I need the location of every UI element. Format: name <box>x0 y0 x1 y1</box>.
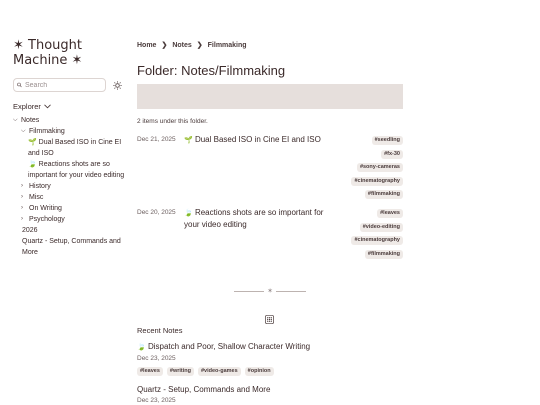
search-row <box>13 78 125 92</box>
leaves-icon: 🍃 <box>184 209 193 217</box>
seedling-icon: 🌱 <box>184 136 193 144</box>
chevron-right-icon: › <box>21 216 23 222</box>
search-input[interactable] <box>25 81 105 89</box>
recent-note-title-link[interactable]: 🍃 Dispatch and Poor, Shallow Character W… <box>137 341 403 353</box>
tag[interactable]: #video-games <box>197 367 241 376</box>
chevron-down-icon <box>44 104 51 109</box>
file-label: Dual Based ISO in Cine EI and ISO <box>28 139 122 157</box>
tag[interactable]: #filmmaking <box>364 249 403 259</box>
recent-note-title: Dispatch and Poor, Shallow Character Wri… <box>147 342 311 351</box>
folder-filmmaking[interactable]: ⌵ Filmmaking <box>13 126 125 137</box>
note-date: Dec 20, 2025 <box>137 209 176 216</box>
page-title: Folder: Notes/Filmmaking <box>137 63 286 78</box>
file-label: Quartz - Setup, Commands and More <box>22 238 121 256</box>
recent-note-title-link[interactable]: Quartz - Setup, Commands and More <box>137 384 403 395</box>
chevron-down-icon: ⌵ <box>13 117 18 123</box>
file-quartz[interactable]: Quartz - Setup, Commands and More <box>13 236 125 258</box>
breadcrumb-separator: ❯ <box>196 42 203 49</box>
breadcrumb: Home ❯ Notes ❯ Filmmaking <box>137 38 403 52</box>
breadcrumb-current: Filmmaking <box>207 41 247 49</box>
tag[interactable]: #video-editing <box>359 222 403 232</box>
recent-note-title: Quartz - Setup, Commands and More <box>137 385 271 394</box>
tag[interactable]: #cinematography <box>351 236 403 245</box>
divider-star: ✶ <box>267 288 273 295</box>
file-2026[interactable]: 2026 <box>13 225 125 236</box>
tag[interactable]: #writing <box>166 367 194 376</box>
folder-history[interactable]: › History <box>13 181 125 192</box>
folder-label: On Writing <box>29 205 62 212</box>
folder-label: Notes <box>21 117 40 124</box>
explorer-toggle[interactable]: Explorer <box>13 102 125 111</box>
file-dual-based-iso[interactable]: 🌱 Dual Based ISO in Cine EI and ISO <box>13 137 125 159</box>
folder-label: Filmmaking <box>29 128 65 135</box>
note-title-link[interactable]: 🍃 Reactions shots are so important for y… <box>184 207 339 230</box>
leaves-icon: 🍃 <box>28 160 37 168</box>
section-divider: ✶ <box>234 287 306 295</box>
sun-icon <box>113 80 122 90</box>
folder-misc[interactable]: › Misc <box>13 192 125 203</box>
tag-list: #leaves #writing #video-games #opinion <box>137 367 403 376</box>
file-label: 2026 <box>22 227 38 234</box>
seedling-icon: 🌱 <box>28 138 37 146</box>
chevron-right-icon: › <box>21 183 23 189</box>
breadcrumb-home[interactable]: Home <box>137 42 156 49</box>
tag[interactable]: #sony-cameras <box>356 163 403 172</box>
recent-note-date: Dec 23, 2025 <box>137 355 176 362</box>
item-count: 2 items under this folder. <box>137 118 208 125</box>
folder-label: History <box>29 183 51 190</box>
sidebar: ✶ Thought Machine ✶ Explorer <box>13 38 125 258</box>
explorer-tree: ⌵ Notes ⌵ Filmmaking 🌱 Dual Based ISO in… <box>13 115 125 258</box>
tag[interactable]: #leaves <box>377 209 403 218</box>
tag[interactable]: #leaves <box>137 367 163 376</box>
folder-label: Psychology <box>29 216 65 223</box>
folder-psychology[interactable]: › Psychology <box>13 214 125 225</box>
chevron-right-icon: › <box>21 194 23 200</box>
note-title-link[interactable]: 🌱 Dual Based ISO in Cine EI and ISO <box>184 134 339 146</box>
theme-toggle-button[interactable] <box>113 80 122 90</box>
note-title: Dual Based ISO in Cine EI and ISO <box>194 135 321 144</box>
breadcrumb-separator: ❯ <box>161 42 168 49</box>
leaves-icon: 🍃 <box>137 343 146 351</box>
divider-line <box>234 290 264 292</box>
graph-view-icon[interactable] <box>265 315 274 324</box>
site-title[interactable]: ✶ Thought Machine ✶ <box>13 38 125 68</box>
search-box[interactable] <box>13 78 106 92</box>
divider-line <box>276 290 306 292</box>
file-reaction-shots[interactable]: 🍃 Reactions shots are so important for y… <box>13 159 125 181</box>
main-content: Home ❯ Notes ❯ Filmmaking Folder: Notes/… <box>137 38 403 404</box>
file-label: Reactions shots are so important for you… <box>28 161 125 179</box>
folder-banner <box>137 84 403 109</box>
tag[interactable]: #seedling <box>371 136 403 145</box>
tag-list: #seedling #fx-30 #sony-cameras #cinemato… <box>351 136 403 204</box>
folder-on-writing[interactable]: › On Writing <box>13 203 125 214</box>
note-date: Dec 21, 2025 <box>137 136 176 143</box>
recent-note: Quartz - Setup, Commands and More Dec 23… <box>137 384 403 404</box>
search-icon <box>17 82 22 88</box>
tag[interactable]: #opinion <box>244 367 274 376</box>
folder-notes[interactable]: ⌵ Notes <box>13 115 125 126</box>
tag[interactable]: #fx-30 <box>381 149 403 159</box>
tag[interactable]: #filmmaking <box>364 190 403 199</box>
recent-note-date: Dec 23, 2025 <box>137 397 176 404</box>
explorer-label: Explorer <box>13 102 41 111</box>
note-title: Reactions shots are so important for you… <box>184 208 324 229</box>
recent-note: 🍃 Dispatch and Poor, Shallow Character W… <box>137 341 403 376</box>
chevron-right-icon: › <box>21 205 23 211</box>
breadcrumb-notes[interactable]: Notes <box>172 42 191 49</box>
recent-notes-header: Recent Notes <box>137 326 183 335</box>
tag[interactable]: #cinematography <box>351 176 403 186</box>
folder-label: Misc <box>29 194 44 201</box>
chevron-down-icon: ⌵ <box>21 128 26 134</box>
tag-list: #leaves #video-editing #cinematography #… <box>351 209 403 263</box>
